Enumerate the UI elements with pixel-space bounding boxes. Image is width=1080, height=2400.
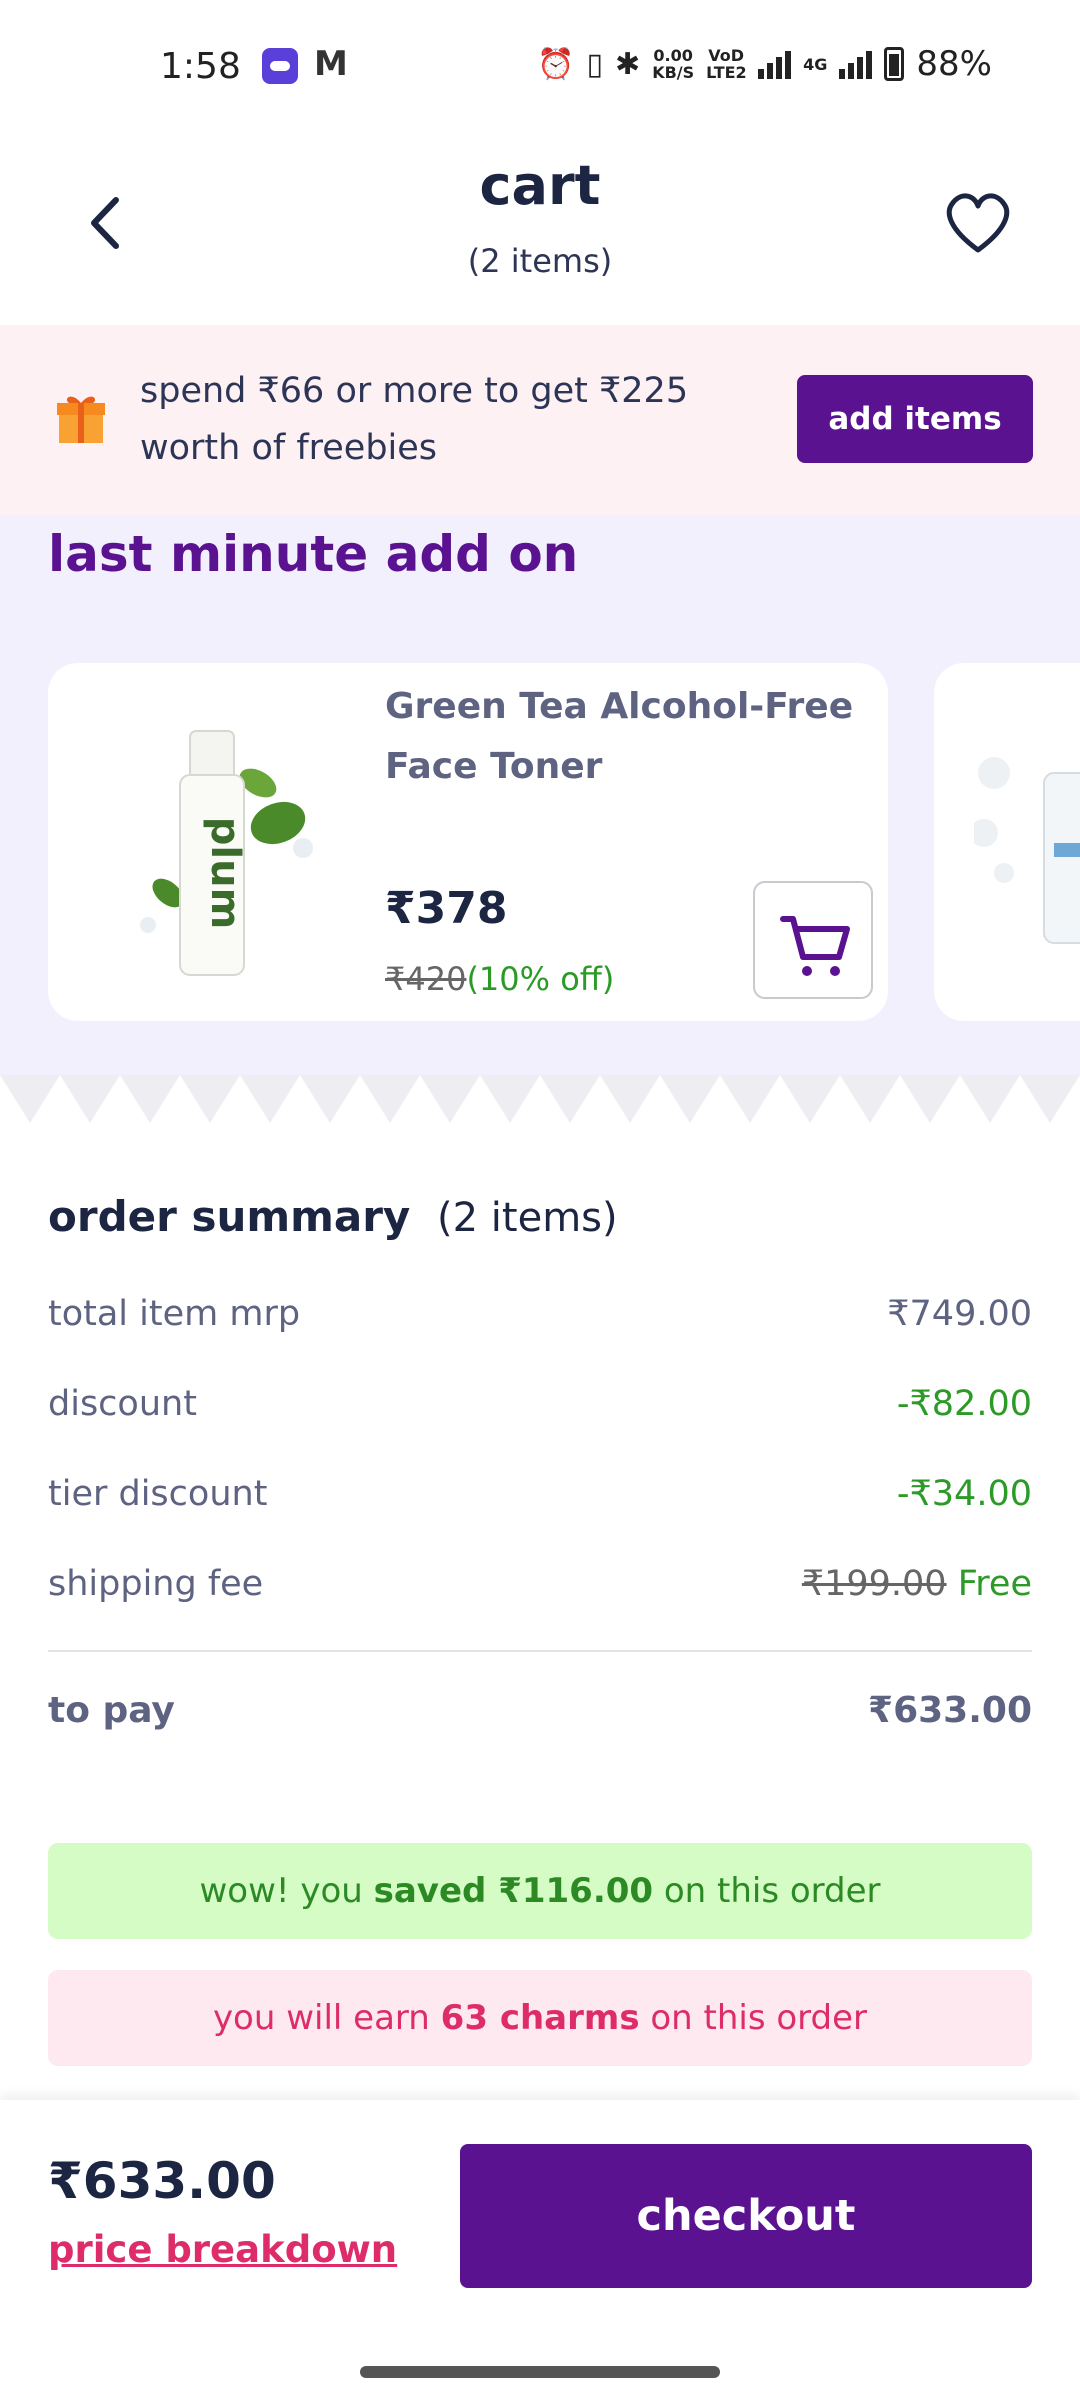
order-summary-title: order summary bbox=[48, 1192, 411, 1241]
net-speed: 0.00 KB/S bbox=[652, 47, 694, 81]
summary-value: -₹82.00 bbox=[896, 1384, 1032, 1424]
product-name: Green Tea Alcohol-Free Face Toner bbox=[385, 686, 854, 787]
summary-divider bbox=[48, 1650, 1032, 1652]
game-app-icon bbox=[262, 48, 298, 84]
savings-amount: saved ₹116.00 bbox=[373, 1871, 654, 1911]
mail-icon: M bbox=[314, 44, 348, 84]
app-header: cart (2 items) bbox=[0, 130, 1080, 325]
bottom-total: ₹633.00 bbox=[48, 2152, 276, 2210]
order-summary-count: (2 items) bbox=[437, 1195, 618, 1241]
product-price: ₹378 bbox=[385, 883, 508, 934]
checkout-bar: ₹633.00 price breakdown checkout bbox=[0, 2100, 1080, 2400]
bluetooth-icon: ✱ bbox=[615, 46, 641, 82]
savings-banner: wow! you saved ₹116.00 on this order bbox=[48, 1843, 1032, 1939]
signal-icon bbox=[758, 49, 792, 79]
summary-value: ₹199.00 Free bbox=[802, 1564, 1032, 1604]
charms-banner: you will earn 63 charms on this order bbox=[48, 1970, 1032, 2066]
summary-label: discount bbox=[48, 1384, 197, 1424]
net-speed-unit: KB/S bbox=[652, 63, 695, 82]
item-count: (2 items) bbox=[467, 242, 613, 280]
vibrate-icon: ▯ bbox=[586, 46, 604, 82]
price-breakdown-link[interactable]: price breakdown bbox=[48, 2228, 397, 2271]
page-title: cart bbox=[479, 154, 601, 217]
savings-suffix: on this order bbox=[653, 1871, 881, 1911]
battery-level: 88% bbox=[916, 44, 992, 84]
battery-icon bbox=[884, 47, 905, 81]
shipping-original-fee: ₹199.00 bbox=[801, 1564, 947, 1604]
status-bar: 1:58 M ⏰ ▯ ✱ 0.00 KB/S VoD LTE2 4G 88% bbox=[0, 0, 1080, 130]
volte-label: VoD LTE2 bbox=[706, 46, 747, 82]
summary-value: -₹34.00 bbox=[896, 1474, 1032, 1514]
heart-icon bbox=[946, 193, 1010, 253]
zigzag-divider bbox=[0, 1075, 1080, 1155]
summary-label: shipping fee bbox=[48, 1564, 264, 1604]
addon-product-card[interactable]: plum Green Tea Alcohol-Free Face Toner ₹… bbox=[48, 663, 888, 1021]
freebie-banner: spend ₹66 or more to get ₹225 worth of f… bbox=[0, 325, 1080, 515]
charms-amount: 63 charms bbox=[440, 1998, 640, 2038]
product-mrp-line: ₹420(10% off) bbox=[385, 960, 614, 998]
wishlist-button[interactable] bbox=[938, 182, 1018, 262]
order-summary-heading: order summary (2 items) bbox=[48, 1192, 618, 1241]
product-discount: (10% off) bbox=[466, 960, 615, 998]
home-indicator bbox=[360, 2366, 720, 2378]
to-pay-value: ₹633.00 bbox=[868, 1690, 1032, 1731]
addon-title: last minute add on bbox=[48, 525, 579, 583]
charms-suffix: on this order bbox=[639, 1998, 868, 2038]
status-time: 1:58 bbox=[160, 46, 241, 87]
status-icons: ⏰ ▯ ✱ 0.00 KB/S VoD LTE2 4G 88% bbox=[537, 44, 992, 84]
gift-icon bbox=[57, 396, 105, 443]
svg-text:plum: plum bbox=[202, 817, 248, 930]
summary-label: total item mrp bbox=[48, 1294, 301, 1334]
add-to-cart-button[interactable] bbox=[753, 881, 873, 999]
to-pay-label: to pay bbox=[48, 1690, 175, 1731]
freebie-message: spend ₹66 or more to get ₹225 worth of f… bbox=[140, 371, 689, 468]
network-type: 4G bbox=[803, 54, 828, 74]
product-mrp: ₹420 bbox=[385, 960, 467, 998]
product-image-2 bbox=[974, 757, 1080, 944]
addon-section: last minute add on plum Green Tea Alcoho… bbox=[0, 515, 1080, 1075]
savings-prefix: wow! you bbox=[199, 1871, 374, 1911]
signal-icon-2 bbox=[839, 49, 873, 79]
shipping-free: Free bbox=[957, 1564, 1032, 1604]
summary-value: ₹749.00 bbox=[887, 1294, 1032, 1334]
product-image: plum bbox=[140, 730, 313, 976]
checkout-button[interactable]: checkout bbox=[460, 2144, 1032, 2288]
cart-icon bbox=[780, 916, 850, 976]
alarm-icon: ⏰ bbox=[537, 46, 575, 82]
addon-product-card-2[interactable] bbox=[934, 663, 1080, 1021]
charms-prefix: you will earn bbox=[212, 1998, 441, 2038]
add-items-button[interactable]: add items bbox=[797, 375, 1033, 463]
summary-label: tier discount bbox=[48, 1474, 268, 1514]
